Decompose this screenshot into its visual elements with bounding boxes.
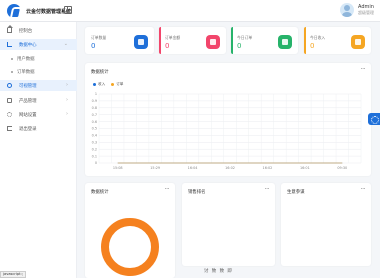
visual-icon [7,83,12,88]
x-tick-label: 09:30 [337,166,347,170]
stat-value: 0 [310,42,315,50]
y-tick-label: 0.6 [92,120,97,124]
stat-label: 今日订单 [237,35,253,40]
panel-title: 生意参谋 [287,190,305,195]
stat-value: 0 [165,42,170,50]
y-tick-label: 0.5 [92,127,97,131]
donut-chart [101,218,159,276]
main-chart-panel: 数据统计 ··· 收入 订单 1 0.9 0.8 0.7 0.6 0.5 0.4 0.3 0.2… [85,63,371,176]
bullet-icon [11,71,13,73]
stats-donut-panel: 数据统计 ··· [85,183,175,278]
box-icon [7,98,12,103]
y-tick-label: 0.4 [92,134,97,138]
y-tick-label: 0.9 [92,99,97,103]
bullet-icon [11,58,13,60]
chevron-right-icon: › [66,97,68,103]
stat-card-order-amount[interactable]: 订单金额 0 [159,27,226,54]
stat-card-order-count[interactable]: 订单数量 0 [85,27,154,54]
top-bar: 云金付数据管理系统 Admin 超级管理 [0,0,380,22]
x-tick-label: 15:08 [113,166,123,170]
y-tick-label: 0.3 [92,141,97,145]
y-tick-label: 0.2 [92,147,97,151]
sidebar: 控制台 数据中心 ⌄ 用户数据 订单数据 可视管理 › 产品管理 › 网站设置 [0,22,77,278]
sidebar-item-label: 网站设置 [19,113,37,118]
stat-label: 今日收入 [310,35,326,40]
sidebar-item-site-settings[interactable]: 网站设置 › [0,109,77,120]
sidebar-item-label: 产品管理 [19,99,37,104]
app-root: 云金付数据管理系统 Admin 超级管理 控制台 数据中心 ⌄ 用户数据 订单数 [0,0,380,278]
status-bar-url: javascript:; [0,271,26,278]
y-tick-label: 0.8 [92,106,97,110]
accent-bar [304,27,306,54]
business-advisor-panel: 生意参谋 ··· [281,183,371,266]
chart-icon [7,42,12,47]
sidebar-item-logout[interactable]: 退出登录 [0,123,77,134]
sidebar-item-label: 退出登录 [19,127,37,132]
x-tick-label: 15:29 [150,166,160,170]
stat-card-today-income[interactable]: 今日收入 0 [304,27,371,54]
sidebar-item-label: 数据中心 [19,43,37,48]
logout-icon [7,126,12,131]
stat-value: 0 [237,42,242,50]
wallet-icon [351,35,365,49]
y-tick-label: 1 [95,92,97,96]
donut-slice[interactable] [101,218,159,276]
user-info: Admin 超级管理 [358,4,374,16]
x-tick-label: 16:01 [300,166,310,170]
user-role: 超级管理 [358,10,374,15]
bar-chart-icon [278,35,292,49]
sidebar-item-visual-management[interactable]: 可视管理 › [0,80,77,91]
settings-gear-icon[interactable] [368,113,380,125]
chevron-right-icon: › [66,111,68,117]
x-tick-label: 16:02 [263,166,273,170]
footer-text: 讨 致 致 即 [204,269,233,274]
avatar[interactable] [340,3,354,17]
user-menu[interactable]: Admin 超级管理 [340,3,374,17]
sidebar-item-label: 用户数据 [17,57,35,62]
more-icon[interactable]: ··· [361,186,366,193]
panel-title: 销售排名 [188,190,206,195]
sales-ranking-panel: 销售排名 ··· [182,183,275,266]
y-tick-label: 0.1 [92,154,97,158]
line-chart: 1 0.9 0.8 0.7 0.6 0.5 0.4 0.3 0.2 0.1 0 15:08 15:29 1… [92,92,362,170]
accent-bar [159,27,161,54]
chevron-down-icon: ⌄ [63,41,68,47]
logo-icon [7,4,21,18]
gear-icon [7,112,12,117]
sidebar-item-products[interactable]: 产品管理 › [0,95,77,106]
sidebar-item-label: 可视管理 [19,84,37,89]
sidebar-item-user-data[interactable]: 用户数据 [0,53,77,64]
stat-label: 订单金额 [165,35,181,40]
wallet-icon [206,35,220,49]
stat-label: 订单数量 [91,35,107,40]
stat-card-today-orders[interactable]: 今日订单 0 [231,27,298,54]
accent-bar [231,27,233,54]
brand[interactable]: 云金付数据管理系统 [7,4,71,18]
y-tick-label: 0.7 [92,113,97,117]
more-icon[interactable]: ··· [265,186,270,193]
home-icon [7,25,13,33]
sidebar-item-order-data[interactable]: 订单数据 [0,66,77,77]
x-tick-label: 16:02 [225,166,235,170]
sidebar-item-data-center[interactable]: 数据中心 ⌄ [0,39,77,50]
sidebar-item-dashboard[interactable]: 控制台 [0,25,77,36]
y-tick-label: 0 [95,161,97,165]
chevron-right-icon: › [66,82,68,88]
x-tick-label: 16:04 [188,166,198,170]
stat-value: 0 [91,42,96,50]
sidebar-item-label: 订单数据 [17,70,35,75]
bar-chart-icon [134,35,148,49]
sidebar-item-label: 控制台 [19,29,33,34]
sidebar-toggle-icon[interactable] [64,6,72,14]
